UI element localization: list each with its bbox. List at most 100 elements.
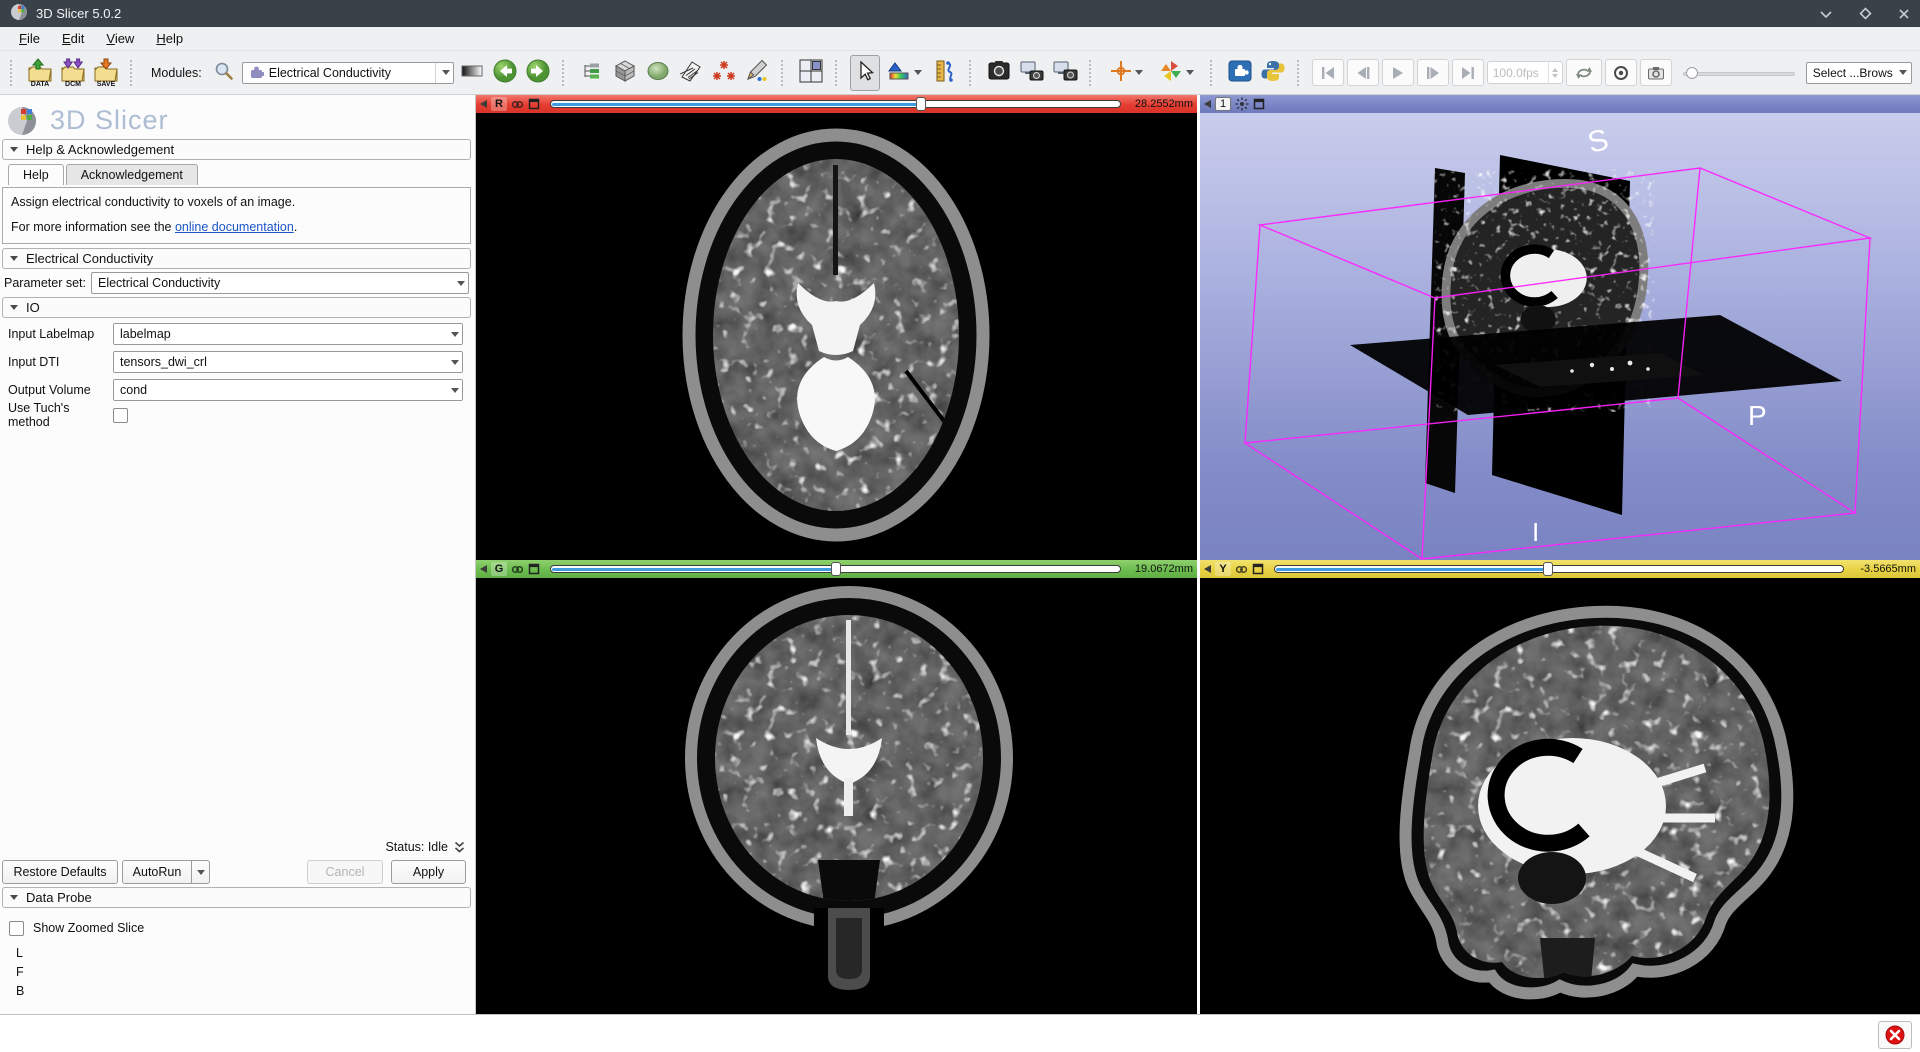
maximize-view-icon[interactable]	[528, 563, 540, 575]
scene-view-add-button[interactable]	[1017, 55, 1047, 91]
pin-icon[interactable]	[480, 100, 487, 108]
threed-view[interactable]: S P I	[1200, 113, 1920, 560]
sequence-slider[interactable]	[1683, 64, 1795, 82]
adjust-display-button[interactable]	[883, 55, 927, 91]
probe-label-l: L	[16, 946, 23, 960]
io-section-title: IO	[26, 300, 40, 315]
parameter-set-combobox[interactable]: Electrical Conductivity	[91, 272, 469, 294]
slider-handle[interactable]	[916, 97, 926, 111]
sequence-browser-combobox[interactable]: Select ...Browser	[1806, 62, 1912, 84]
tab-acknowledgement[interactable]: Acknowledgement	[66, 164, 198, 185]
toolbar-separator	[969, 60, 977, 86]
pin-icon[interactable]	[1204, 100, 1211, 108]
maximize-view-icon[interactable]	[1252, 563, 1264, 575]
input-labelmap-combobox[interactable]: labelmap	[113, 323, 463, 345]
module-selector-combobox[interactable]: Electrical Conductivity	[242, 62, 454, 84]
volume-cube-button[interactable]	[610, 55, 640, 91]
tuch-method-checkbox[interactable]	[113, 408, 128, 423]
red-slice-slider[interactable]	[550, 99, 1121, 109]
error-log-button[interactable]	[1878, 1021, 1912, 1049]
ruler-grid-button[interactable]	[676, 55, 706, 91]
red-slice-view[interactable]	[476, 113, 1197, 560]
status-collapse-icon[interactable]	[454, 841, 465, 854]
link-views-icon[interactable]	[511, 98, 524, 111]
capture-screenshot-button[interactable]	[984, 55, 1014, 91]
input-dti-combobox[interactable]: tensors_dwi_crl	[113, 351, 463, 373]
show-zoomed-slice-checkbox[interactable]	[9, 921, 24, 936]
apply-button[interactable]: Apply	[391, 860, 466, 884]
sequence-first-button[interactable]	[1312, 59, 1344, 86]
link-views-icon[interactable]	[1235, 563, 1248, 576]
sequence-last-button[interactable]	[1452, 59, 1484, 86]
minimize-button[interactable]	[1819, 9, 1833, 19]
autorun-button[interactable]: AutoRun	[122, 860, 192, 884]
link-views-icon[interactable]	[511, 563, 524, 576]
sequence-next-button[interactable]	[1417, 59, 1449, 86]
scene-view-restore-button[interactable]	[1050, 55, 1080, 91]
sequence-play-button[interactable]	[1382, 59, 1414, 86]
fps-spinbox[interactable]: 100.0fps	[1487, 61, 1563, 84]
module-search-button[interactable]	[209, 55, 239, 91]
autorun-dropdown-button[interactable]	[192, 860, 210, 884]
maximize-view-icon[interactable]	[1253, 98, 1265, 110]
cancel-button[interactable]: Cancel	[307, 860, 383, 884]
pin-icon[interactable]	[480, 565, 487, 573]
annotation-pencil-button[interactable]	[742, 55, 772, 91]
extensions-manager-button[interactable]	[1225, 55, 1255, 91]
menu-view[interactable]: View	[97, 29, 143, 48]
sequence-loop-button[interactable]	[1566, 59, 1602, 86]
menu-help[interactable]: Help	[147, 29, 192, 48]
tab-help[interactable]: Help	[8, 164, 64, 185]
subject-hierarchy-button[interactable]	[577, 55, 607, 91]
center-view-icon[interactable]	[1235, 97, 1249, 111]
measurement-ruler-button[interactable]	[930, 55, 960, 91]
crosshair-button[interactable]	[1104, 55, 1150, 91]
yellow-slice-controller-bar[interactable]: Y -3.5665mm	[1200, 560, 1920, 578]
yellow-slice-view[interactable]	[1200, 578, 1920, 1014]
module-back-button[interactable]	[490, 55, 520, 91]
input-dti-label: Input DTI	[8, 355, 113, 369]
parameter-set-value: Electrical Conductivity	[98, 276, 450, 290]
data-probe-section-header[interactable]: Data Probe	[2, 887, 471, 908]
slider-handle[interactable]	[1686, 67, 1698, 79]
close-button[interactable]	[1898, 8, 1910, 20]
pin-icon[interactable]	[1204, 565, 1211, 573]
sequence-previous-button[interactable]	[1347, 59, 1379, 86]
menu-file[interactable]: File	[10, 29, 49, 48]
dicom-button[interactable]: DCM	[58, 55, 88, 91]
red-slice-controller-bar[interactable]: R 28.2552mm	[476, 95, 1197, 113]
collapse-caret-icon	[10, 305, 18, 310]
maximize-view-icon[interactable]	[528, 98, 540, 110]
module-section-header[interactable]: Electrical Conductivity	[2, 248, 471, 269]
sequence-snapshot-button[interactable]	[1640, 59, 1672, 86]
slice-intersections-button[interactable]	[1153, 55, 1201, 91]
io-section-header[interactable]: IO	[2, 297, 471, 318]
maximize-button[interactable]	[1859, 7, 1872, 20]
slider-handle[interactable]	[1543, 562, 1553, 576]
mouse-interaction-button[interactable]	[850, 55, 880, 91]
green-slice-slider[interactable]	[550, 564, 1121, 574]
online-documentation-link[interactable]: online documentation	[175, 220, 294, 234]
slider-track[interactable]	[1683, 72, 1795, 76]
threed-scene-image: S P I	[1200, 113, 1920, 560]
module-forward-button[interactable]	[523, 55, 553, 91]
sequence-record-button[interactable]	[1605, 59, 1637, 86]
load-data-button[interactable]: DATA	[25, 55, 55, 91]
menu-edit[interactable]: Edit	[53, 29, 93, 48]
spinner-arrows-icon[interactable]	[1548, 62, 1562, 83]
autorun-split-button[interactable]: AutoRun	[122, 860, 210, 884]
module-history-button[interactable]	[457, 55, 487, 91]
layout-selector-button[interactable]	[796, 55, 826, 91]
threed-view-controller-bar[interactable]: 1	[1200, 95, 1920, 113]
yellow-slice-slider[interactable]	[1274, 564, 1844, 574]
models-sphere-button[interactable]	[643, 55, 673, 91]
python-console-button[interactable]	[1258, 55, 1288, 91]
green-slice-view[interactable]	[476, 578, 1197, 1014]
save-button[interactable]: SAVE	[91, 55, 121, 91]
help-section-header[interactable]: Help & Acknowledgement	[2, 139, 471, 160]
slider-handle[interactable]	[831, 562, 841, 576]
markups-button[interactable]	[709, 55, 739, 91]
green-slice-controller-bar[interactable]: G 19.0672mm	[476, 560, 1197, 578]
restore-defaults-button[interactable]: Restore Defaults	[2, 860, 118, 884]
output-volume-combobox[interactable]: cond	[113, 379, 463, 401]
